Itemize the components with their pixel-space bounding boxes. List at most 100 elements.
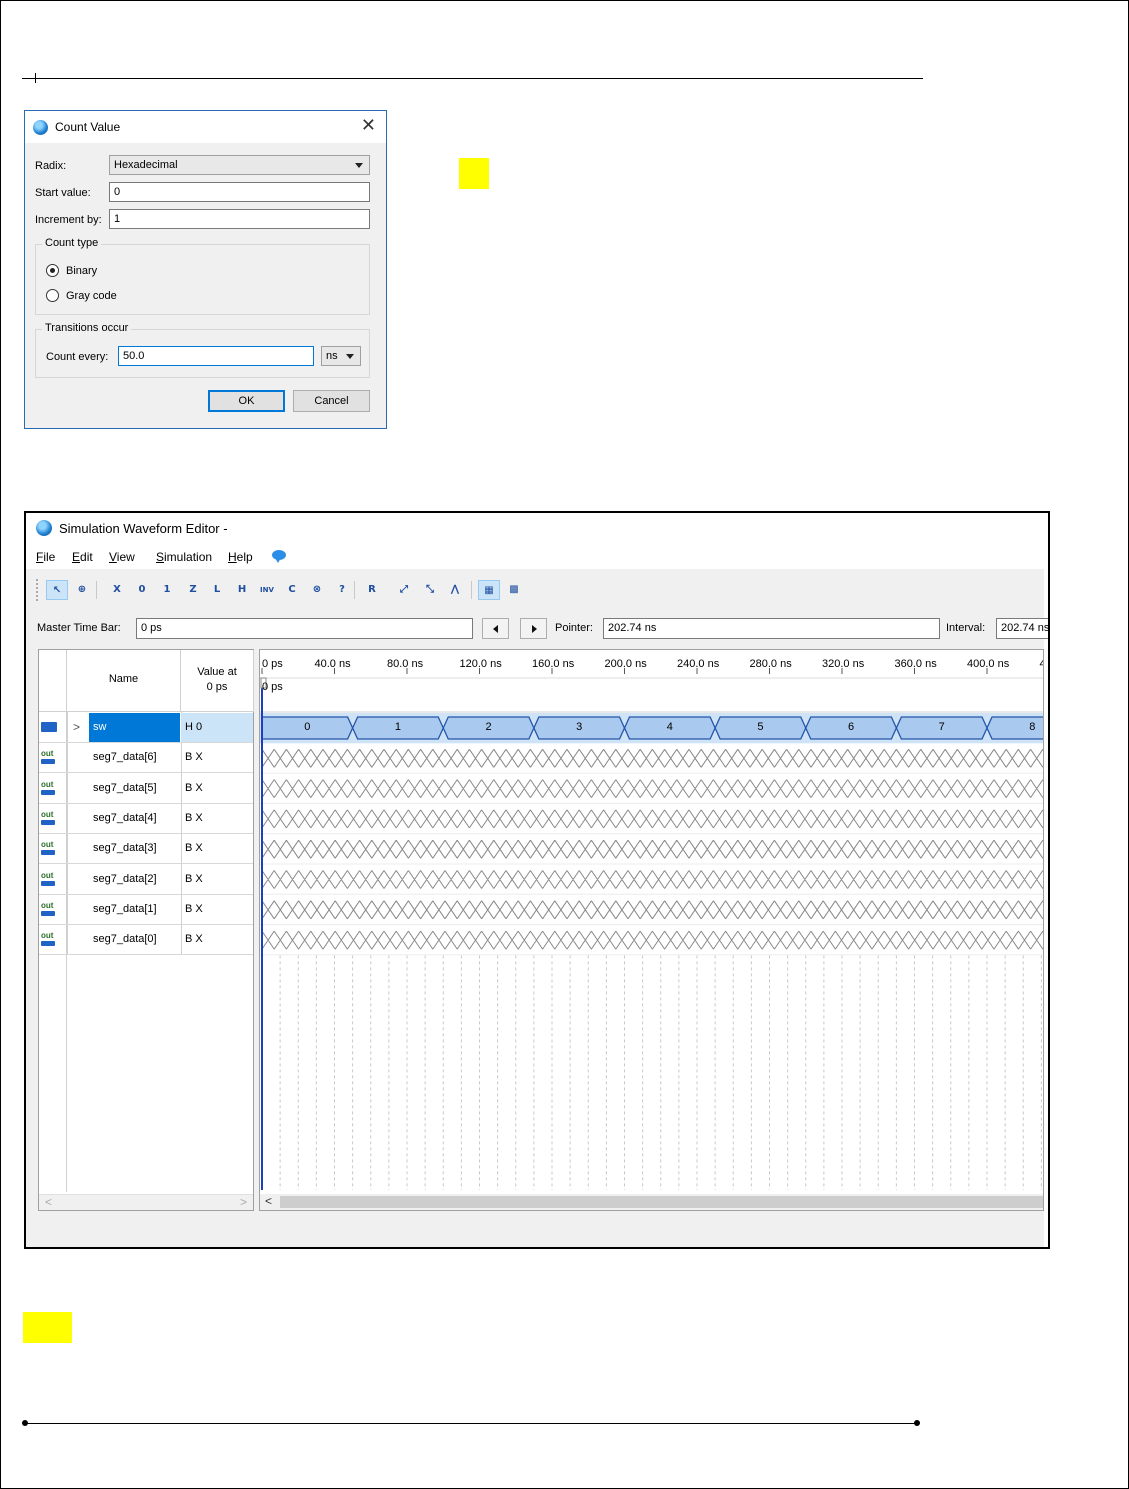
output-pin-icon: out <box>41 901 63 920</box>
scrollbar-thumb[interactable] <box>280 1196 1043 1208</box>
signal-name: seg7_data[3] <box>93 842 157 855</box>
name-column-header[interactable]: Name <box>67 650 181 712</box>
signal-value: B X <box>185 842 203 855</box>
group-bus-icon[interactable]: ▩ <box>503 580 525 600</box>
arbitrary-value-icon[interactable]: ? <box>331 580 353 600</box>
forcing-unknown-icon[interactable]: X <box>106 580 128 600</box>
icon-column-header <box>39 650 67 711</box>
insert-transition-icon[interactable]: ⤡ <box>419 580 441 600</box>
scroll-left-icon[interactable]: < <box>45 1195 52 1209</box>
close-icon[interactable]: ✕ <box>361 116 376 134</box>
signal-name: seg7_data[4] <box>93 811 157 824</box>
pointer-field[interactable]: 202.74 ns <box>603 618 940 639</box>
sw-bus-value-label: 5 <box>757 721 764 733</box>
count-every-input[interactable]: 50.0 <box>118 346 314 366</box>
signal-name: seg7_data[0] <box>93 933 157 946</box>
value-column-header-line2: 0 ps <box>206 681 228 693</box>
bottom-rule-right-dot <box>914 1420 920 1426</box>
pointer-label: Pointer: <box>555 622 593 634</box>
random-value-icon[interactable]: R <box>361 580 383 600</box>
snap-to-grid-icon[interactable]: ▦ <box>478 580 500 600</box>
value-column-header[interactable]: Value at 0 ps <box>181 650 254 712</box>
binary-radio[interactable] <box>46 264 59 277</box>
time-tick-label: 160.0 ns <box>532 658 575 670</box>
radix-value: Hexadecimal <box>114 159 178 171</box>
time-tick-label: 200.0 ns <box>604 658 647 670</box>
invert-icon[interactable]: INV <box>256 580 278 600</box>
radix-select[interactable]: Hexadecimal <box>109 155 370 175</box>
weak-high-icon[interactable]: H <box>231 580 253 600</box>
dialog-title: Count Value <box>55 120 121 134</box>
clock-icon[interactable]: ⊗ <box>306 580 328 600</box>
transitions-title: Transitions occur <box>42 322 132 334</box>
count-value-icon[interactable]: C <box>281 580 303 600</box>
sw-bus-value-label: 8 <box>1029 721 1036 733</box>
radix-label: Radix: <box>35 160 67 172</box>
master-time-input[interactable]: 0 ps <box>136 618 473 639</box>
previous-transition-button[interactable] <box>482 618 509 639</box>
menu-simulation[interactable]: Simulation <box>156 550 212 564</box>
waveform-scrollbar[interactable]: < <box>260 1194 1043 1210</box>
time-tick-label: 240.0 ns <box>677 658 720 670</box>
signal-value: B X <box>185 751 203 764</box>
output-pin-icon: out <box>41 932 63 950</box>
transitions-group: Transitions occur Count every: 50.0 ns <box>35 322 370 378</box>
next-transition-button[interactable] <box>520 618 547 639</box>
cancel-button[interactable]: Cancel <box>293 390 370 412</box>
interval-field[interactable]: 202.74 ns <box>996 618 1048 639</box>
arrow-left-icon <box>493 625 498 633</box>
unknown-value-waveform <box>261 839 1043 859</box>
chat-bubble-icon[interactable] <box>272 550 286 563</box>
yellow-highlight-top <box>459 158 489 189</box>
binary-label: Binary <box>66 265 98 277</box>
menu-file[interactable]: File <box>36 550 55 564</box>
forcing-high-icon[interactable]: 1 <box>156 580 178 600</box>
menu-help[interactable]: Help <box>228 550 253 564</box>
signal-row[interactable]: out seg7_data[5] B X <box>39 774 253 804</box>
output-pin-icon: out <box>41 780 63 799</box>
signal-row[interactable]: out seg7_data[2] B X <box>39 865 253 895</box>
signal-row[interactable]: out seg7_data[4] B X <box>39 804 253 834</box>
top-rule <box>22 78 923 79</box>
scroll-left-icon[interactable]: < <box>265 1194 272 1208</box>
output-pin-icon: out <box>41 810 63 829</box>
top-rule-tick <box>35 73 36 83</box>
time-tick-label: 400.0 ns <box>967 658 1010 670</box>
arrow-right-icon <box>532 625 537 633</box>
weak-low-icon[interactable]: L <box>206 580 228 600</box>
selection-tool-icon[interactable]: ↖ <box>46 580 68 600</box>
sw-bus-value-label: 7 <box>938 721 945 733</box>
output-pin-icon: out <box>41 750 63 768</box>
expand-chevron-icon[interactable]: > <box>73 720 80 734</box>
unknown-value-waveform <box>261 779 1043 798</box>
interval-label: Interval: <box>946 622 986 634</box>
zoom-tool-icon[interactable]: ⊕ <box>71 580 93 600</box>
snap-transition-icon[interactable]: ⤢ <box>393 580 415 600</box>
pointer-time-label: 0 ps <box>262 681 283 693</box>
time-tick-label: 360.0 ns <box>894 658 937 670</box>
menu-view[interactable]: View <box>109 550 135 564</box>
scroll-right-icon[interactable]: > <box>240 1195 247 1209</box>
signal-row[interactable]: out seg7_data[3] B X <box>39 834 253 865</box>
signal-list-header: Name Value at 0 ps <box>39 650 254 712</box>
signal-row[interactable]: out seg7_data[6] B X <box>39 743 253 774</box>
reverse-icon[interactable]: ⋀ <box>444 580 466 600</box>
ok-button[interactable]: OK <box>208 390 285 412</box>
menu-edit[interactable]: Edit <box>72 550 93 564</box>
gray-code-radio[interactable] <box>46 289 59 302</box>
signal-list-scrollbar[interactable]: < > <box>39 1194 253 1210</box>
time-tick-label: 320.0 ns <box>822 658 865 670</box>
signal-name: seg7_data[6] <box>93 751 157 764</box>
waveform-canvas[interactable] <box>260 650 1044 1211</box>
increment-input[interactable]: 1 <box>109 209 370 229</box>
signal-row[interactable]: > sw H 0 <box>39 713 253 743</box>
signal-row[interactable]: out seg7_data[0] B X <box>39 925 253 956</box>
start-value-input[interactable]: 0 <box>109 182 370 202</box>
signal-name: seg7_data[2] <box>93 872 157 885</box>
high-impedance-icon[interactable]: Z <box>182 580 204 600</box>
time-tick-label: 120.0 ns <box>459 658 502 670</box>
signal-row[interactable]: out seg7_data[1] B X <box>39 895 253 925</box>
waveform-pane[interactable]: 0 ps < 0 ps 40.0 ns 80.0 ns 120.0 ns 160.0 n… <box>259 649 1044 1211</box>
forcing-low-icon[interactable]: 0 <box>131 580 153 600</box>
unit-select[interactable]: ns <box>321 346 361 366</box>
